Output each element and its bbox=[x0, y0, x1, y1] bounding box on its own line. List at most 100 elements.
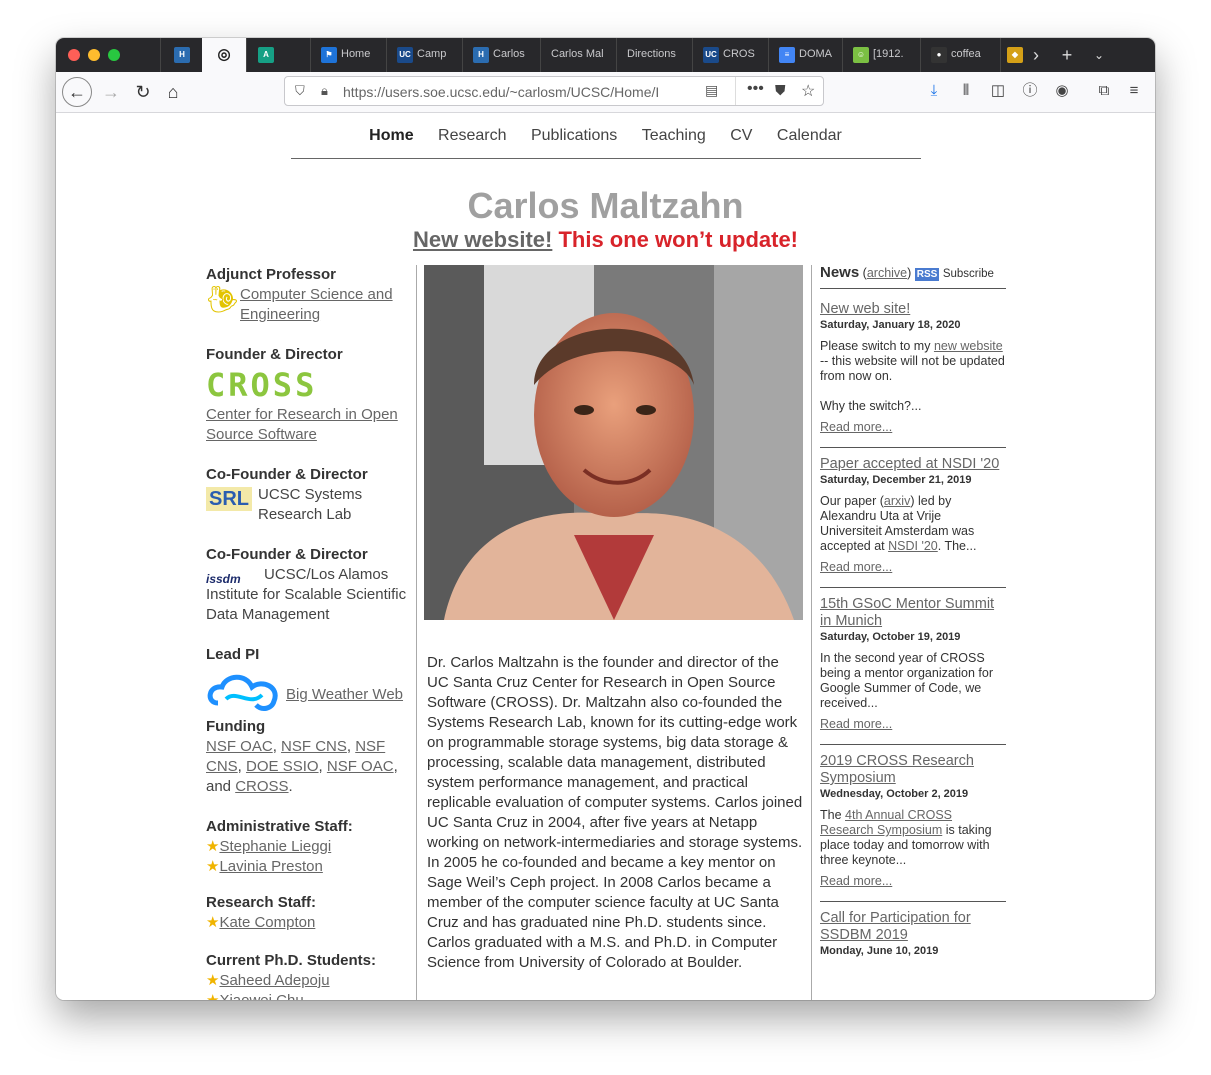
home-button[interactable]: ⌂ bbox=[158, 77, 188, 107]
news-inline-link[interactable]: NSDI '20 bbox=[888, 539, 938, 553]
cross-logo[interactable]: CROSS bbox=[206, 365, 411, 405]
tab-scroll-right-icon[interactable]: › bbox=[1028, 38, 1044, 72]
star-icon: ★ bbox=[206, 858, 220, 875]
srl-logo[interactable]: SRL bbox=[206, 487, 252, 511]
browser-tab[interactable]: ≡ DOMA bbox=[768, 38, 842, 72]
hyperframe-icon: H bbox=[174, 47, 190, 63]
issdm-logo[interactable]: issdm bbox=[206, 569, 241, 589]
forward-button[interactable]: → bbox=[96, 77, 126, 107]
browser-tab[interactable]: A bbox=[246, 38, 284, 72]
hyperframe-icon: H bbox=[473, 47, 489, 63]
person-link[interactable]: Saheed Adepoju bbox=[219, 972, 329, 989]
cross-link[interactable]: Center for Research in Open Source Softw… bbox=[206, 406, 398, 443]
shield-icon[interactable]: ⛉ bbox=[295, 83, 305, 99]
nav-calendar[interactable]: Calendar bbox=[777, 127, 842, 144]
extension-info-icon[interactable]: ⓘ bbox=[1020, 80, 1040, 102]
url-text[interactable]: https://users.soe.ucsc.edu/~carlosm/UCSC… bbox=[343, 84, 669, 100]
new-tab-button[interactable]: + bbox=[1056, 38, 1078, 72]
nav-research[interactable]: Research bbox=[438, 127, 506, 144]
tab-label: coffea bbox=[951, 48, 981, 60]
person-link[interactable]: Stephanie Lieggi bbox=[219, 838, 331, 855]
archive-link[interactable]: archive bbox=[867, 266, 907, 280]
browser-tab[interactable]: ◎ bbox=[202, 38, 246, 72]
news-title-text[interactable]: 15th GSoC Mentor Summit in Munich bbox=[820, 596, 994, 629]
funding-link[interactable]: NSF CNS bbox=[281, 738, 347, 755]
person-link[interactable]: Kate Compton bbox=[219, 914, 315, 931]
browser-tab[interactable]: ◆ bbox=[1000, 38, 1028, 72]
person-link[interactable]: Xiaowei Chu bbox=[219, 992, 303, 1000]
subscribe-link[interactable]: Subscribe bbox=[943, 268, 994, 280]
browser-tab[interactable]: ☺ [1912. bbox=[842, 38, 920, 72]
news-title-link[interactable]: 15th GSoC Mentor Summit in Munich bbox=[820, 596, 1006, 630]
nav-teaching[interactable]: Teaching bbox=[642, 127, 706, 144]
news-item: 2019 CROSS Research Symposium Wednesday, … bbox=[820, 753, 1006, 902]
rss-badge[interactable]: RSS bbox=[914, 268, 940, 281]
funding-link[interactable]: DOE SSIO bbox=[246, 758, 319, 775]
bookmark-star-icon[interactable]: ☆ bbox=[801, 81, 815, 101]
news-title-text[interactable]: Call for Participation for SSDBM 2019 bbox=[820, 910, 971, 943]
funding-separator: , bbox=[346, 738, 356, 755]
navigation-toolbar: ← → ↻ ⌂ ⛉ 🔒︎ https://users.soe.ucsc.edu/… bbox=[56, 72, 1155, 113]
reader-view-icon[interactable]: ▤ bbox=[705, 82, 718, 99]
news-title-text[interactable]: 2019 CROSS Research Symposium bbox=[820, 753, 974, 786]
reload-button[interactable]: ↻ bbox=[128, 77, 158, 107]
news-title-link[interactable]: 2019 CROSS Research Symposium bbox=[820, 753, 1006, 787]
tab-label: Carlos Mal bbox=[551, 48, 604, 60]
lock-icon[interactable]: 🔒︎ bbox=[321, 83, 328, 99]
url-bar[interactable]: ⛉ 🔒︎ https://users.soe.ucsc.edu/~carlosm… bbox=[284, 76, 824, 106]
news-summary: Our paper (arxiv) led by Alexandru Uta a… bbox=[820, 494, 1006, 554]
funding-link[interactable]: CROSS bbox=[235, 778, 288, 795]
nav-home[interactable]: Home bbox=[369, 127, 413, 144]
news-title-link[interactable]: New web site! bbox=[820, 301, 1006, 318]
browser-tab[interactable]: ⚑ Home bbox=[310, 38, 386, 72]
tab-label: CROS bbox=[723, 48, 755, 60]
biography: Dr. Carlos Maltzahn is the founder and d… bbox=[427, 654, 803, 971]
nav-publications[interactable]: Publications bbox=[531, 127, 617, 144]
browser-tab[interactable]: H bbox=[160, 38, 202, 72]
read-more-link[interactable]: Read more... bbox=[820, 420, 1006, 435]
browser-tab[interactable]: Carlos Mal bbox=[540, 38, 616, 72]
news-inline-link[interactable]: arxiv bbox=[884, 494, 910, 508]
nav-cv[interactable]: CV bbox=[730, 127, 752, 144]
zoom-window-button[interactable] bbox=[108, 49, 120, 61]
library-icon[interactable]: ⫴ bbox=[956, 80, 976, 102]
news-title-link[interactable]: Paper accepted at NSDI '20 bbox=[820, 456, 1006, 473]
bigweather-link[interactable]: Big Weather Web bbox=[286, 686, 403, 703]
cse-link[interactable]: Computer Science and Engineering bbox=[240, 286, 393, 323]
page-actions-icon[interactable]: ••• bbox=[747, 80, 764, 98]
person-link[interactable]: Lavinia Preston bbox=[219, 858, 322, 875]
news-title-text[interactable]: Paper accepted at NSDI '20 bbox=[820, 456, 999, 472]
browser-tab[interactable]: UC Camp bbox=[386, 38, 462, 72]
sidebar-icon[interactable]: ◫ bbox=[988, 80, 1008, 102]
news-title-text[interactable]: New web site! bbox=[820, 301, 910, 317]
star-icon: ★ bbox=[206, 914, 220, 931]
new-website-link[interactable]: New website! bbox=[413, 227, 552, 252]
news-text: . The... bbox=[937, 539, 977, 553]
students-heading: Current Ph.D. Students: bbox=[206, 952, 377, 969]
url-divider bbox=[735, 77, 736, 105]
menu-icon[interactable]: ≡ bbox=[1124, 80, 1144, 102]
close-window-button[interactable] bbox=[68, 49, 80, 61]
pocket-icon[interactable]: ⛊ bbox=[775, 82, 786, 99]
funding-link[interactable]: NSF OAC bbox=[327, 758, 394, 775]
downloads-icon[interactable]: ⤓ bbox=[924, 80, 944, 102]
extensions-icon[interactable]: ⧉ bbox=[1094, 80, 1114, 102]
funding-link[interactable]: NSF OAC bbox=[206, 738, 273, 755]
read-more-link[interactable]: Read more... bbox=[820, 874, 1006, 889]
smiley-icon: ☺ bbox=[853, 47, 869, 63]
list-all-tabs-icon[interactable]: ⌄ bbox=[1088, 38, 1110, 72]
minimize-window-button[interactable] bbox=[88, 49, 100, 61]
srl-text: UCSC Systems Research Lab bbox=[258, 486, 363, 523]
read-more-link[interactable]: Read more... bbox=[820, 717, 1006, 732]
back-button[interactable]: ← bbox=[62, 77, 92, 107]
browser-tab[interactable]: UC CROS bbox=[692, 38, 768, 72]
site-navigation: Home Research Publications Teaching CV C… bbox=[56, 127, 1155, 145]
news-title-link[interactable]: Call for Participation for SSDBM 2019 bbox=[820, 910, 1006, 944]
news-inline-link[interactable]: new website bbox=[934, 339, 1003, 353]
cloud-logo-icon[interactable] bbox=[206, 673, 282, 715]
account-icon[interactable]: ◉ bbox=[1052, 80, 1072, 102]
browser-tab[interactable]: H Carlos bbox=[462, 38, 540, 72]
browser-tab[interactable]: ● coffea bbox=[920, 38, 1000, 72]
read-more-link[interactable]: Read more... bbox=[820, 560, 1006, 575]
browser-tab[interactable]: Directions bbox=[616, 38, 692, 72]
